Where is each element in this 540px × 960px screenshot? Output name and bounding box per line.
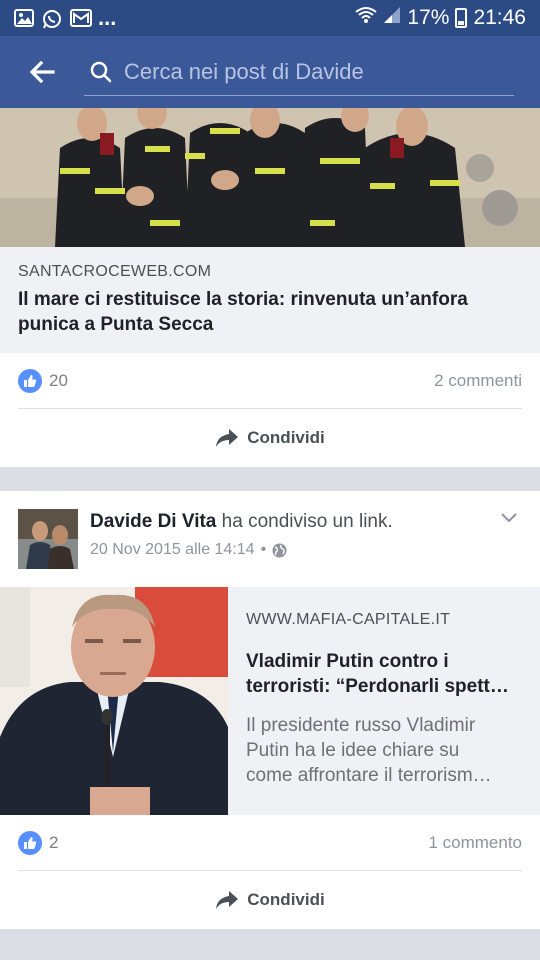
- link-title-line: terroristi: “Perdonarli spett…: [246, 676, 509, 697]
- link-image[interactable]: [0, 108, 540, 247]
- wifi-icon: [355, 5, 378, 31]
- post-date[interactable]: 20 Nov 2015 alle 14:14: [90, 541, 255, 559]
- system-status: 17% 21:46: [355, 5, 526, 31]
- back-arrow-icon: [29, 61, 55, 83]
- battery-percent: 17%: [407, 6, 450, 29]
- feed-divider: [0, 467, 540, 491]
- status-bar: ... 17% 21:46: [0, 0, 540, 36]
- post-card: Davide Di Vita ha condiviso un link. 20 …: [0, 491, 540, 929]
- link-preview-text: WWW.MAFIA-CAPITALE.IT Vladimir Putin con…: [228, 587, 540, 815]
- comments-count[interactable]: 2 commenti: [434, 371, 522, 391]
- feed-divider: [0, 929, 540, 953]
- share-label: Condividi: [247, 890, 325, 909]
- like-count[interactable]: 20: [49, 371, 68, 391]
- whatsapp-icon: [42, 9, 62, 29]
- comments-count[interactable]: 1 commento: [428, 833, 522, 853]
- like-icon[interactable]: [18, 368, 42, 393]
- link-preview[interactable]: SANTACROCEWEB.COM Il mare ci restituisce…: [0, 247, 540, 353]
- link-title-line: Vladimir Putin contro i: [246, 651, 449, 672]
- search-input[interactable]: [124, 58, 494, 85]
- chevron-down-icon[interactable]: [500, 511, 518, 529]
- share-button[interactable]: Condividi: [0, 409, 540, 467]
- link-description-line: Il presidente russo Vladimir: [246, 715, 476, 736]
- notification-icons: ...: [14, 5, 117, 30]
- feed: SANTACROCEWEB.COM Il mare ci restituisce…: [0, 108, 540, 953]
- post-header: Davide Di Vita ha condiviso un link. 20 …: [0, 491, 540, 587]
- reactions-row: 2 1 commento: [18, 815, 522, 871]
- share-button[interactable]: Condividi: [0, 871, 540, 929]
- author-name[interactable]: Davide Di Vita: [90, 511, 216, 532]
- link-domain: WWW.MAFIA-CAPITALE.IT: [246, 611, 451, 628]
- link-thumbnail: [0, 587, 228, 815]
- link-preview[interactable]: WWW.MAFIA-CAPITALE.IT Vladimir Putin con…: [0, 587, 540, 815]
- link-domain: SANTACROCEWEB.COM: [18, 263, 212, 280]
- signal-icon: [383, 6, 401, 30]
- gmail-icon: [70, 9, 92, 27]
- like-count[interactable]: 2: [49, 833, 58, 853]
- share-label: Condividi: [247, 428, 325, 447]
- search-bar[interactable]: [84, 48, 514, 96]
- link-description-line: come affrontare il terrorism…: [246, 765, 492, 786]
- post-card: SANTACROCEWEB.COM Il mare ci restituisce…: [0, 108, 540, 467]
- link-title: Il mare ci restituisce la storia: rinven…: [18, 289, 468, 335]
- post-meta: Davide Di Vita ha condiviso un link. 20 …: [90, 511, 393, 559]
- search-icon: [90, 61, 112, 82]
- back-button[interactable]: [0, 36, 84, 108]
- post-headline: Davide Di Vita ha condiviso un link.: [90, 511, 393, 533]
- share-arrow-icon: [216, 891, 239, 909]
- avatar[interactable]: [18, 509, 78, 569]
- battery-icon: [455, 8, 468, 28]
- like-icon[interactable]: [18, 830, 42, 855]
- app-header: [0, 36, 540, 108]
- clock: 21:46: [473, 6, 526, 29]
- date-separator: •: [260, 541, 267, 558]
- post-timestamp: 20 Nov 2015 alle 14:14 •: [90, 541, 393, 559]
- notification-overflow: ...: [98, 5, 117, 30]
- post-action: ha condiviso un link.: [216, 511, 393, 532]
- reactions-row: 20 2 commenti: [18, 353, 522, 409]
- link-description-line: Putin ha le idee chiare su: [246, 740, 460, 761]
- image-icon: [14, 9, 34, 27]
- share-arrow-icon: [216, 429, 239, 447]
- globe-icon: [272, 543, 287, 557]
